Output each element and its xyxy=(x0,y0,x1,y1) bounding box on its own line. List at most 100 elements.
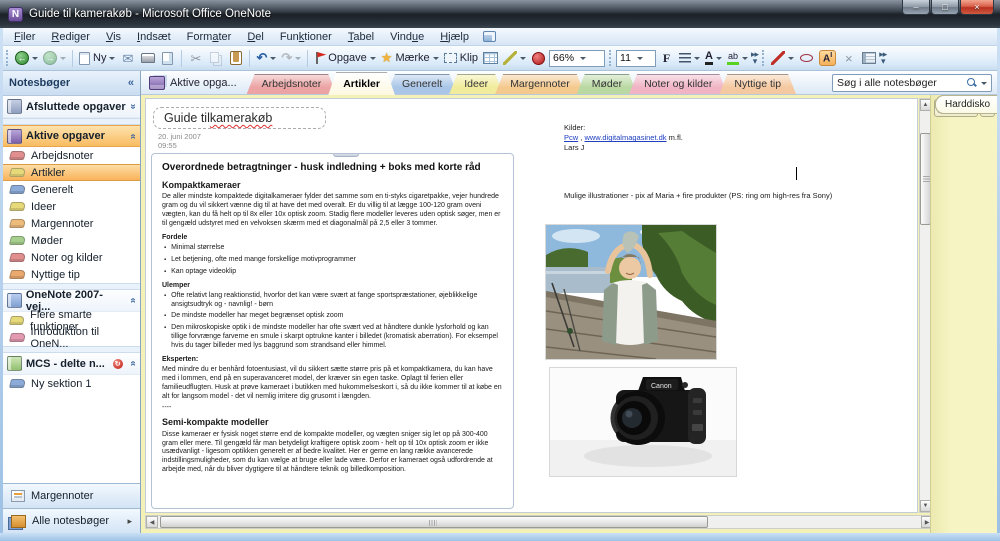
undo-button[interactable]: ↶ xyxy=(254,48,278,68)
scroll-left-button[interactable]: ◀ xyxy=(146,516,158,528)
onenote-app-icon[interactable]: N xyxy=(8,7,23,22)
note-page[interactable]: Guide til kamerakøb 20. juni 2007 09:55 … xyxy=(145,98,918,513)
menu-item[interactable]: Indsæt xyxy=(129,30,179,44)
sidebar-section-item[interactable]: Nyttige tip xyxy=(3,266,140,283)
sidebar-section-item[interactable]: Ideer xyxy=(3,198,140,215)
window-title: Guide til kamerakøb - Microsoft Office O… xyxy=(29,8,271,20)
type-text-tool-button[interactable]: AI xyxy=(817,48,838,68)
sidebar-section-item[interactable]: Artikler xyxy=(3,164,140,181)
redo-button[interactable]: ↷ xyxy=(279,48,303,68)
highlight-button[interactable]: ab xyxy=(725,48,750,68)
document-restore-icon[interactable] xyxy=(483,31,496,42)
task-label: Opgave xyxy=(328,52,367,64)
new-page-button[interactable]: Ny xyxy=(77,48,117,68)
section-tab[interactable]: Møder xyxy=(577,74,637,94)
section-tab[interactable]: Margennoter xyxy=(495,74,585,94)
photo-child-with-fish[interactable] xyxy=(546,225,716,359)
insert-table-button[interactable] xyxy=(481,48,500,68)
menu-item[interactable]: Vis xyxy=(98,30,129,44)
section-tab[interactable]: Generelt xyxy=(387,74,457,94)
current-notebook-button[interactable]: Aktive opga... xyxy=(147,71,247,94)
window-control-button[interactable]: □ xyxy=(931,0,959,15)
note-container[interactable]: Overordnede betragtninger - husk indledn… xyxy=(151,153,514,509)
source-link[interactable]: www.digitalmagasinet.dk xyxy=(584,133,666,142)
bold-button[interactable]: F xyxy=(657,48,676,68)
source-link[interactable]: Pcw xyxy=(564,133,578,142)
expand-notebook-icon[interactable]: » xyxy=(128,104,139,110)
horizontal-scrollbar[interactable]: ◀ ▶ xyxy=(145,515,934,529)
standard-toolbar: ← → Ny ✉ ✂ ↶ ↷ Opgave ★Mærke Klip 66% 11… xyxy=(0,46,1000,71)
notebook-afsluttede-opgaver[interactable]: Afsluttede opgaver » xyxy=(3,96,140,118)
clip-button[interactable]: Klip xyxy=(442,48,480,68)
photo-dslr-camera[interactable]: Canon xyxy=(550,368,736,476)
lasso-select-button[interactable] xyxy=(797,48,816,68)
page-tab[interactable]: Harddisko xyxy=(935,95,997,114)
horizontal-scrollbar-thumb[interactable] xyxy=(160,516,708,528)
copy-button[interactable] xyxy=(206,48,225,68)
menu-item[interactable]: Rediger xyxy=(43,30,98,44)
note-container-handle[interactable] xyxy=(333,153,359,157)
tag-button[interactable]: ★Mærke xyxy=(379,48,441,68)
sidebar-section-item[interactable]: Arbejdsnoter xyxy=(3,147,140,164)
menu-item[interactable]: Del xyxy=(239,30,272,44)
forward-button[interactable]: → xyxy=(41,48,68,68)
cut-button[interactable]: ✂ xyxy=(186,48,205,68)
notebooks-sidebar: Notesbøger « Afsluttede opgaver » Aktive… xyxy=(3,71,141,533)
illustrations-note[interactable]: Mulige illustrationer - pix af Maria + f… xyxy=(564,191,918,200)
rule-lines-button[interactable] xyxy=(859,48,878,68)
collapse-notebook-icon[interactable]: » xyxy=(128,361,139,367)
email-button[interactable]: ✉ xyxy=(118,48,137,68)
source-link[interactable]: m.fl. xyxy=(669,133,683,142)
page-title-box[interactable]: Guide til kamerakøb xyxy=(153,107,326,129)
menu-item[interactable]: Tabel xyxy=(340,30,382,44)
menu-item[interactable]: Formater xyxy=(179,30,240,44)
delete-button[interactable]: × xyxy=(839,48,858,68)
printer-icon xyxy=(141,53,155,63)
sidebar-section-item[interactable]: Introduktion til OneN... xyxy=(3,329,140,346)
search-input[interactable]: Søg i alle notesbøger xyxy=(832,74,992,92)
menu-item[interactable]: Funktioner xyxy=(272,30,340,44)
margennoter-button[interactable]: Margennoter xyxy=(3,483,140,508)
window-control-button[interactable]: × xyxy=(960,0,994,15)
menu-item[interactable]: Hjælp xyxy=(432,30,477,44)
menu-item[interactable]: Vindue xyxy=(382,30,432,44)
toolbar-grip[interactable] xyxy=(6,50,9,66)
all-notebooks-button[interactable]: Alle notesbøger ▸ xyxy=(3,508,140,533)
current-notebook-label: Aktive opga... xyxy=(170,77,237,89)
sidebar-section-item[interactable]: Noter og kilder xyxy=(3,249,140,266)
back-button[interactable]: ← xyxy=(13,48,40,68)
bullet-list-button[interactable] xyxy=(677,48,702,68)
menu-item[interactable]: Filer xyxy=(6,30,43,44)
paste-button[interactable] xyxy=(226,48,245,68)
search-icon[interactable] xyxy=(967,78,977,88)
search-scope-dropdown-icon[interactable] xyxy=(981,82,987,85)
marker-pen-button[interactable] xyxy=(769,48,796,68)
sidebar-section-item[interactable]: Ny sektion 1 xyxy=(3,375,140,392)
sidebar-section-item[interactable]: Margennoter xyxy=(3,215,140,232)
section-tab[interactable]: Noter og kilder xyxy=(629,74,727,94)
collapse-notebook-icon[interactable]: » xyxy=(128,133,139,139)
drawing-tools-button[interactable] xyxy=(501,48,528,68)
print-button[interactable] xyxy=(138,48,157,68)
notebook-mcs[interactable]: MCS - delte n... ↻ » xyxy=(3,353,140,375)
sources-note[interactable]: Kilder: Pcw , www.digitalmagasinet.dk m.… xyxy=(564,123,683,153)
collapse-sidebar-icon[interactable]: « xyxy=(128,77,134,89)
section-tab[interactable]: Artikler xyxy=(328,72,395,95)
font-size-combobox[interactable]: 11 xyxy=(616,50,656,67)
toolbar-options-chevron-2[interactable]: ▸▸▾ xyxy=(879,51,886,65)
sidebar-section-item[interactable]: Generelt xyxy=(3,181,140,198)
task-button[interactable]: Opgave xyxy=(312,48,378,68)
toolbar-options-chevron[interactable]: ▸▸▾ xyxy=(751,51,758,65)
note-text: Med mindre du er benhård fotoentusiast, … xyxy=(162,366,502,400)
window-control-button[interactable]: – xyxy=(902,0,930,15)
print-preview-button[interactable] xyxy=(158,48,177,68)
collapse-notebook-icon[interactable]: » xyxy=(128,298,139,304)
section-tab[interactable]: Nyttige tip xyxy=(719,74,796,94)
notebook-aktive-opgaver[interactable]: Aktive opgaver » xyxy=(3,125,140,147)
section-tab[interactable]: Arbejdsnoter xyxy=(247,74,337,94)
zoom-combobox[interactable]: 66% xyxy=(549,50,605,67)
eraser-button[interactable] xyxy=(529,48,548,68)
section-tab[interactable]: Ideer xyxy=(449,74,503,94)
sidebar-section-item[interactable]: Møder xyxy=(3,232,140,249)
font-color-button[interactable]: A xyxy=(703,48,724,68)
